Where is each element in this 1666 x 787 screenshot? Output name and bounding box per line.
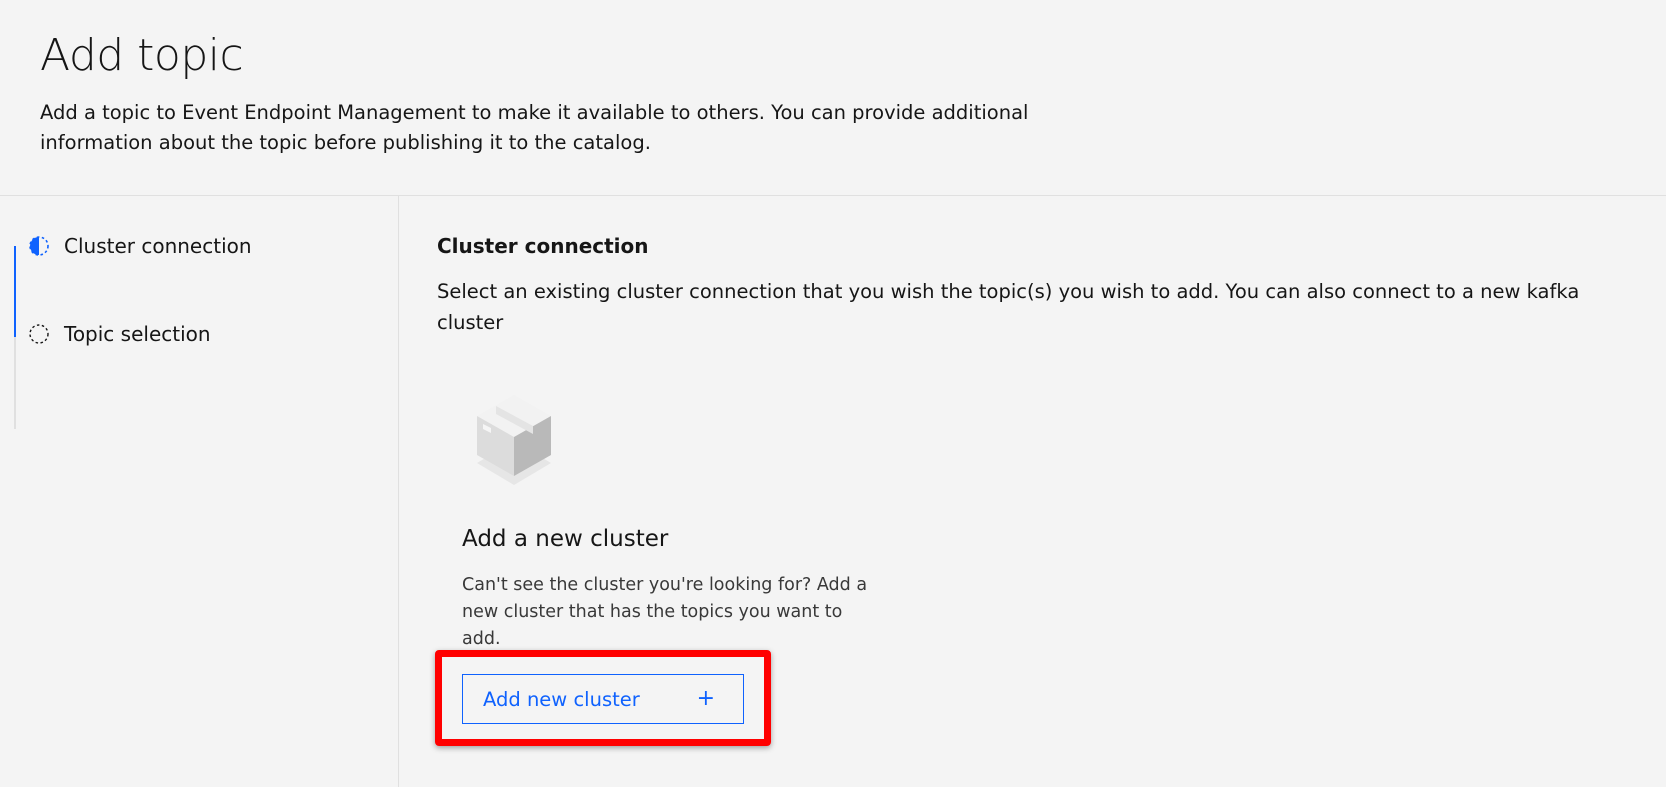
page-description: Add a topic to Event Endpoint Management…	[40, 101, 1029, 154]
dashed-circle-icon	[28, 323, 50, 345]
step-rail-active	[14, 246, 16, 337]
cube-box-icon	[474, 391, 554, 495]
add-new-cluster-button-label: Add new cluster	[483, 687, 640, 711]
plus-icon: +	[696, 686, 715, 711]
step-cluster-connection[interactable]: Cluster connection	[28, 234, 252, 258]
section-title: Cluster connection	[437, 234, 649, 258]
step-label-cluster-connection: Cluster connection	[64, 234, 252, 258]
step-label-topic-selection: Topic selection	[64, 322, 211, 346]
card-title: Add a new cluster	[462, 526, 669, 552]
half-filled-circle-icon	[28, 235, 50, 257]
step-topic-selection[interactable]: Topic selection	[28, 322, 211, 346]
progress-indicator: Cluster connection Topic selection	[0, 196, 399, 787]
page-header: Add topic Add a topic to Event Endpoint …	[0, 0, 1666, 196]
section-description: Select an existing cluster connection th…	[437, 280, 1580, 334]
add-new-cluster-button[interactable]: Add new cluster +	[462, 674, 744, 724]
card-description: Can't see the cluster you're looking for…	[462, 575, 868, 649]
page-title: Add topic	[40, 30, 244, 81]
